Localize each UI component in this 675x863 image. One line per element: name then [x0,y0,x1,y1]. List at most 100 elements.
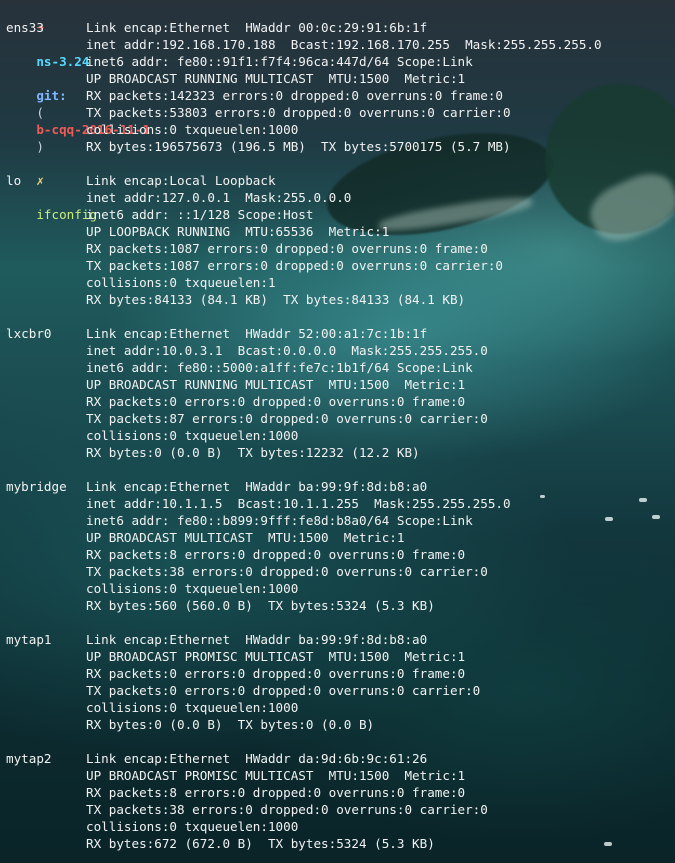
interface-detail: TX packets:53803 errors:0 dropped:0 over… [86,105,511,120]
interface-line: mybridge Link encap:Ethernet HWaddr ba:99… [6,478,675,495]
interface-name: lo [6,173,22,188]
interface-name: ens33 [6,20,44,35]
interface-detail: inet addr:192.168.170.188 Bcast:192.168.… [86,37,602,52]
interface-detail: RX packets:8 errors:0 dropped:0 overruns… [86,785,466,800]
interface-detail: UP BROADCAST PROMISC MULTICAST MTU:1500 … [86,649,466,664]
interface-detail: TX packets:38 errors:0 dropped:0 overrun… [86,564,488,579]
interface-line: UP BROADCAST MULTICAST MTU:1500 Metric:1 [6,529,675,546]
interface-line: mytap2 Link encap:Ethernet HWaddr da:9d:6… [6,750,675,767]
interface-detail: RX packets:1087 errors:0 dropped:0 overr… [86,241,488,256]
interface-line: collisions:0 txqueuelen:1000 [6,427,675,444]
interface-line: UP LOOPBACK RUNNING MTU:65536 Metric:1 [6,223,675,240]
interface-detail: RX packets:0 errors:0 dropped:0 overruns… [86,666,466,681]
interface-detail: collisions:0 txqueuelen:1000 [86,428,299,443]
interface-line: inet addr:127.0.0.1 Mask:255.0.0.0 [6,189,675,206]
interface-detail: RX packets:8 errors:0 dropped:0 overruns… [86,547,466,562]
interface-detail: RX packets:0 errors:0 dropped:0 overruns… [86,394,466,409]
interface-detail: collisions:0 txqueuelen:1000 [86,581,299,596]
interface-name: lxcbr0 [6,326,52,341]
interface-detail: inet addr:10.0.3.1 Bcast:0.0.0.0 Mask:25… [86,343,488,358]
interface-line: RX bytes:0 (0.0 B) TX bytes:0 (0.0 B) [6,716,675,733]
interface-detail: TX packets:1087 errors:0 dropped:0 overr… [86,258,504,273]
interface-line: inet addr:10.1.1.5 Bcast:10.1.1.255 Mask… [6,495,675,512]
interface-line: RX packets:0 errors:0 dropped:0 overruns… [6,665,675,682]
interface-line: lo Link encap:Local Loopback [6,172,675,189]
interface-detail: inet6 addr: fe80::b899:9fff:fe8d:b8a0/64… [86,513,473,528]
interface-line: RX packets:0 errors:0 dropped:0 overruns… [6,393,675,410]
interface-line: inet6 addr: fe80::91f1:f7f4:96ca:447d/64… [6,53,675,70]
interface-name: mytap1 [6,632,52,647]
interface-line: RX bytes:84133 (84.1 KB) TX bytes:84133 … [6,291,675,308]
interface-detail: inet addr:10.1.1.5 Bcast:10.1.1.255 Mask… [86,496,511,511]
interface-line: RX bytes:560 (560.0 B) TX bytes:5324 (5.… [6,597,675,614]
interface-detail: Link encap:Ethernet HWaddr 00:0c:29:91:6… [86,20,428,35]
interface-line: mytap1 Link encap:Ethernet HWaddr ba:99:9… [6,631,675,648]
interface-line: RX packets:142323 errors:0 dropped:0 ove… [6,87,675,104]
interface-line: TX packets:0 errors:0 dropped:0 overruns… [6,682,675,699]
interface-line: TX packets:53803 errors:0 dropped:0 over… [6,104,675,121]
interface-line: UP BROADCAST PROMISC MULTICAST MTU:1500 … [6,767,675,784]
interface-detail: inet addr:127.0.0.1 Mask:255.0.0.0 [86,190,352,205]
interface-line: TX packets:38 errors:0 dropped:0 overrun… [6,563,675,580]
interface-detail: TX packets:87 errors:0 dropped:0 overrun… [86,411,488,426]
interface-detail: TX packets:0 errors:0 dropped:0 overruns… [86,683,481,698]
interface-line: collisions:0 txqueuelen:1 [6,274,675,291]
interface-line: RX bytes:0 (0.0 B) TX bytes:12232 (12.2 … [6,444,675,461]
interface-line: TX packets:1087 errors:0 dropped:0 overr… [6,257,675,274]
interface-name: mytap2 [6,751,52,766]
interface-detail: TX packets:38 errors:0 dropped:0 overrun… [86,802,488,817]
interface-line: inet6 addr: fe80::5000:a1ff:fe7c:1b1f/64… [6,359,675,376]
interface-detail: collisions:0 txqueuelen:1000 [86,122,299,137]
shell-prompt-line: ➜ ns-3.24 git: ( b-cqq-2016-11-1 ) ✗ ifc… [6,2,675,222]
interface-line: TX packets:87 errors:0 dropped:0 overrun… [6,410,675,427]
interface-line: inet6 addr: ::1/128 Scope:Host [6,206,675,223]
interface-detail: inet6 addr: fe80::5000:a1ff:fe7c:1b1f/64… [86,360,473,375]
interface-detail: RX bytes:0 (0.0 B) TX bytes:0 (0.0 B) [86,717,375,732]
interface-detail: Link encap:Ethernet HWaddr da:9d:6b:9c:6… [86,751,428,766]
interface-detail: Link encap:Ethernet HWaddr ba:99:9f:8d:b… [86,632,428,647]
interface-detail: RX bytes:0 (0.0 B) TX bytes:12232 (12.2 … [86,445,420,460]
interface-detail: UP BROADCAST MULTICAST MTU:1500 Metric:1 [86,530,405,545]
interface-line: inet6 addr: fe80::b899:9fff:fe8d:b8a0/64… [6,512,675,529]
interface-detail: UP LOOPBACK RUNNING MTU:65536 Metric:1 [86,224,390,239]
interface-detail: collisions:0 txqueuelen:1000 [86,700,299,715]
interface-name: mybridge [6,479,67,494]
interface-line: collisions:0 txqueuelen:1000 [6,580,675,597]
interface-line: inet addr:10.0.3.1 Bcast:0.0.0.0 Mask:25… [6,342,675,359]
interface-line: ens33 Link encap:Ethernet HWaddr 00:0c:29… [6,19,675,36]
interface-detail: Link encap:Local Loopback [86,173,276,188]
interface-line: inet addr:192.168.170.188 Bcast:192.168.… [6,36,675,53]
interface-line: UP BROADCAST RUNNING MULTICAST MTU:1500 … [6,70,675,87]
interface-line: RX packets:1087 errors:0 dropped:0 overr… [6,240,675,257]
interface-line: collisions:0 txqueuelen:1000 [6,121,675,138]
interface-detail: RX bytes:84133 (84.1 KB) TX bytes:84133 … [86,292,466,307]
interface-detail: UP BROADCAST RUNNING MULTICAST MTU:1500 … [86,377,466,392]
interface-line: UP BROADCAST RUNNING MULTICAST MTU:1500 … [6,376,675,393]
interface-detail: UP BROADCAST RUNNING MULTICAST MTU:1500 … [86,71,466,86]
interface-line: RX bytes:196575673 (196.5 MB) TX bytes:5… [6,138,675,155]
interface-detail: collisions:0 txqueuelen:1000 [86,819,299,834]
interface-line: collisions:0 txqueuelen:1000 [6,818,675,835]
interface-line: RX packets:8 errors:0 dropped:0 overruns… [6,546,675,563]
interface-detail: RX bytes:560 (560.0 B) TX bytes:5324 (5.… [86,598,435,613]
interface-line: UP BROADCAST PROMISC MULTICAST MTU:1500 … [6,648,675,665]
interface-detail: inet6 addr: fe80::91f1:f7f4:96ca:447d/64… [86,54,473,69]
interface-detail: RX bytes:196575673 (196.5 MB) TX bytes:5… [86,139,511,154]
interface-detail: UP BROADCAST PROMISC MULTICAST MTU:1500 … [86,768,466,783]
interface-line: RX bytes:672 (672.0 B) TX bytes:5324 (5.… [6,835,675,852]
interface-detail: collisions:0 txqueuelen:1 [86,275,276,290]
interface-line: TX packets:38 errors:0 dropped:0 overrun… [6,801,675,818]
interface-line: lxcbr0 Link encap:Ethernet HWaddr 52:00:a… [6,325,675,342]
interface-detail: inet6 addr: ::1/128 Scope:Host [86,207,314,222]
interface-line: collisions:0 txqueuelen:1000 [6,699,675,716]
interface-detail: Link encap:Ethernet HWaddr ba:99:9f:8d:b… [86,479,428,494]
terminal-output[interactable]: ➜ ns-3.24 git: ( b-cqq-2016-11-1 ) ✗ ifc… [6,2,675,863]
interface-detail: Link encap:Ethernet HWaddr 52:00:a1:7c:1… [86,326,428,341]
interface-line: RX packets:8 errors:0 dropped:0 overruns… [6,784,675,801]
interface-detail: RX packets:142323 errors:0 dropped:0 ove… [86,88,504,103]
